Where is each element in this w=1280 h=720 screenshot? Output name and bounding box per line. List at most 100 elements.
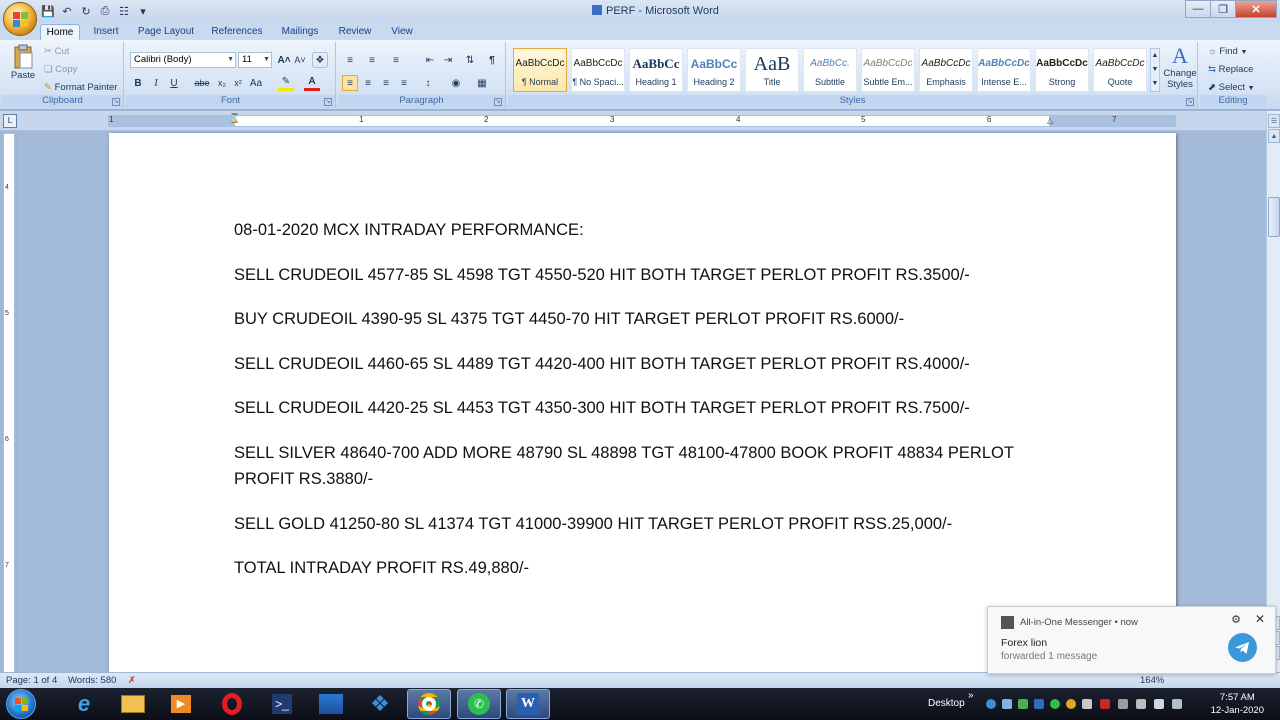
highlight-icon[interactable]: ✎ (278, 75, 294, 91)
visual-studio-icon[interactable] (309, 689, 353, 719)
doc-total[interactable]: TOTAL INTRADAY PROFIT RS.49,880/- (234, 555, 1034, 581)
scroll-up-icon[interactable]: ▲ (1268, 129, 1280, 143)
save-icon[interactable]: 💾 (40, 3, 56, 19)
tab-review[interactable]: Review (334, 24, 376, 40)
doc-heading[interactable]: 08-01-2020 MCX INTRADAY PERFORMANCE: (234, 217, 1034, 243)
puzzle-app-icon[interactable]: ❖ (358, 689, 402, 719)
tray-whatsapp-icon[interactable] (1050, 699, 1060, 709)
show-formatting-icon[interactable]: ¶ (484, 52, 500, 68)
tab-references[interactable]: References (208, 24, 266, 40)
style-subtle-emphasis[interactable]: AaBbCcDc Subtle Em... (861, 48, 915, 92)
doc-paragraph[interactable]: BUY CRUDEOIL 4390-95 SL 4375 TGT 4450-70… (234, 306, 1034, 332)
align-right-icon[interactable]: ≡ (378, 75, 394, 91)
tab-selector-icon[interactable]: L (3, 114, 17, 128)
style-quote[interactable]: AaBbCcDc Quote (1093, 48, 1147, 92)
powershell-icon[interactable]: >_ (260, 689, 304, 719)
superscript-icon[interactable]: x² (230, 75, 246, 91)
cut-button[interactable]: ✂ Cut (44, 46, 69, 57)
print-preview-icon[interactable]: ☷ (116, 3, 132, 19)
style-heading-2[interactable]: AaBbCc Heading 2 (687, 48, 741, 92)
desktop-toolbar[interactable]: Desktop (928, 698, 965, 709)
zoom-level[interactable]: 164% (1140, 675, 1164, 686)
paragraph-launcher-icon[interactable]: ↘ (494, 98, 502, 106)
styles-more-icon[interactable]: ▼ (1151, 77, 1159, 91)
borders-icon[interactable]: ▦ (474, 75, 490, 91)
horizontal-ruler[interactable]: 1 1 2 3 4 5 6 7 ⌛ △ (108, 113, 1176, 127)
tray-app-icon[interactable] (1034, 699, 1044, 709)
tray-app-icon[interactable] (1018, 699, 1028, 709)
vertical-scrollbar[interactable]: ☰ ▲ ▼ ▴ ● (1266, 111, 1280, 673)
clock[interactable]: 7:57 AM 12-Jan-2020 (1211, 691, 1264, 717)
qat-customize-icon[interactable]: ▾ (135, 3, 151, 19)
style-no-spacing[interactable]: AaBbCcDc ¶ No Spaci... (571, 48, 625, 92)
gear-icon[interactable]: ⚙ (1231, 613, 1241, 626)
right-indent-marker-icon[interactable]: △ (1047, 116, 1053, 125)
copy-button[interactable]: ❏ Copy (44, 64, 77, 75)
shrink-font-icon[interactable]: A˅ (292, 52, 308, 68)
word-count[interactable]: Words: 580 (68, 675, 116, 686)
minimize-button[interactable]: — (1185, 0, 1211, 18)
bold-icon[interactable]: B (130, 75, 146, 91)
style-heading-1[interactable]: AaBbCc Heading 1 (629, 48, 683, 92)
find-button[interactable]: ☼ Find ▼ (1208, 46, 1247, 57)
styles-scroll[interactable]: ▲ ▼ ▼ (1150, 48, 1160, 92)
ruler-toggle-icon[interactable]: ☰ (1268, 114, 1280, 128)
tray-app-icon[interactable] (1100, 699, 1110, 709)
start-button[interactable] (6, 689, 36, 719)
bullets-icon[interactable]: ≡ (342, 52, 358, 68)
style-strong[interactable]: AaBbCcDc Strong (1035, 48, 1089, 92)
tray-app-icon[interactable] (1136, 699, 1146, 709)
font-name-select[interactable]: Calibri (Body) ▼ (130, 52, 236, 68)
multilevel-list-icon[interactable]: ≡ (388, 52, 404, 68)
line-spacing-icon[interactable]: ↕ (420, 75, 436, 91)
justify-icon[interactable]: ≡ (396, 75, 412, 91)
grow-font-icon[interactable]: A˄ (276, 52, 292, 68)
change-case-icon[interactable]: Aa (248, 75, 264, 91)
office-button[interactable] (3, 2, 37, 36)
volume-icon[interactable] (1172, 699, 1182, 709)
align-left-icon[interactable]: ≡ (342, 75, 358, 91)
change-styles-button[interactable]: A Change Styles (1162, 44, 1198, 91)
style-normal[interactable]: AaBbCcDc ¶ Normal (513, 48, 567, 92)
doc-paragraph[interactable]: SELL CRUDEOIL 4577-85 SL 4598 TGT 4550-5… (234, 262, 1034, 288)
word-taskbar-icon[interactable]: W (506, 689, 550, 719)
tray-chrome-icon[interactable] (1066, 699, 1076, 709)
tab-page-layout[interactable]: Page Layout (136, 24, 196, 40)
sort-icon[interactable]: ⇅ (462, 52, 478, 68)
doc-paragraph[interactable]: SELL SILVER 48640-700 ADD MORE 48790 SL … (234, 440, 1034, 492)
page-count[interactable]: Page: 1 of 4 (6, 675, 57, 686)
notification-toast[interactable]: All-in-One Messenger • now ⚙ ✕ Forex lio… (987, 606, 1276, 674)
styles-launcher-icon[interactable]: ↘ (1186, 98, 1194, 106)
scroll-thumb[interactable] (1268, 197, 1280, 237)
clear-formatting-icon[interactable]: ❖ (312, 52, 328, 68)
redo-icon[interactable]: ↻ (78, 3, 94, 19)
select-button[interactable]: ⬈ Select ▼ (1208, 82, 1255, 93)
style-intense-emphasis[interactable]: AaBbCcDc Intense E... (977, 48, 1031, 92)
chrome-icon[interactable] (407, 689, 451, 719)
file-explorer-icon[interactable] (111, 689, 155, 719)
font-size-select[interactable]: 11 ▼ (238, 52, 272, 68)
underline-icon[interactable]: U (166, 75, 182, 91)
font-color-icon[interactable]: A (304, 75, 320, 91)
network-icon[interactable] (1154, 699, 1164, 709)
toolbar-expand-icon[interactable]: » (968, 690, 974, 701)
increase-indent-icon[interactable]: ⇥ (440, 52, 456, 68)
media-player-icon[interactable]: ▶ (159, 689, 203, 719)
italic-icon[interactable]: I (148, 75, 164, 91)
subscript-icon[interactable]: x₂ (214, 75, 230, 91)
print-icon[interactable]: ⎙ (97, 3, 113, 19)
decrease-indent-icon[interactable]: ⇤ (422, 52, 438, 68)
whatsapp-icon[interactable]: ✆ (457, 689, 501, 719)
replace-button[interactable]: ⇆ Replace (1208, 64, 1253, 75)
clipboard-launcher-icon[interactable]: ↘ (112, 98, 120, 106)
close-icon[interactable]: ✕ (1255, 612, 1265, 626)
tab-home[interactable]: Home (40, 24, 80, 40)
doc-paragraph[interactable]: SELL GOLD 41250-80 SL 41374 TGT 41000-39… (234, 511, 1034, 537)
tab-view[interactable]: View (384, 24, 420, 40)
doc-paragraph[interactable]: SELL CRUDEOIL 4460-65 SL 4489 TGT 4420-4… (234, 351, 1034, 377)
shading-icon[interactable]: ◉ (448, 75, 464, 91)
doc-paragraph[interactable]: SELL CRUDEOIL 4420-25 SL 4453 TGT 4350-3… (234, 395, 1034, 421)
restore-button[interactable]: ❐ (1210, 0, 1236, 18)
undo-icon[interactable]: ↶ (59, 3, 75, 19)
paste-button[interactable]: Paste (8, 44, 38, 88)
